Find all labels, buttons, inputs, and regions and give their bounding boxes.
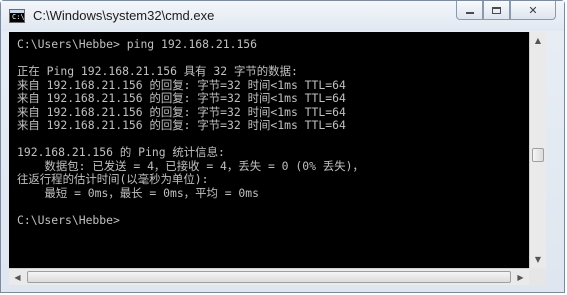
window-controls: ✕ xyxy=(456,1,556,21)
console-icon[interactable]: C:\ xyxy=(9,9,25,23)
console-line: 来自 192.168.21.156 的回复: 字节=32 时间<1ms TTL=… xyxy=(17,91,346,105)
console-line: 192.168.21.156 的 Ping 统计信息: xyxy=(17,145,225,159)
command-prompt[interactable]: C:\Users\Hebbe> xyxy=(17,213,120,227)
console-text: C:\Users\Hebbe> ping 192.168.21.156 正在 P… xyxy=(9,32,529,227)
title-bar[interactable]: C:\ C:\Windows\system32\cmd.exe ✕ xyxy=(1,1,564,31)
console-icon-glyph: C:\ xyxy=(12,13,25,21)
console-line: 最短 = 0ms，最长 = 0ms，平均 = 0ms xyxy=(17,185,259,200)
close-button[interactable]: ✕ xyxy=(510,1,556,20)
cmd-window: C:\ C:\Windows\system32\cmd.exe ✕ C:\Use… xyxy=(0,0,565,293)
minimize-button[interactable] xyxy=(456,1,483,20)
console-line: 来自 192.168.21.156 的回复: 字节=32 时间<1ms TTL=… xyxy=(17,104,346,119)
horizontal-scroll-thumb[interactable] xyxy=(27,271,511,283)
console-line: 正在 Ping 192.168.21.156 具有 32 字节的数据: xyxy=(17,64,298,78)
vertical-scroll-thumb[interactable] xyxy=(532,148,544,162)
console-line: 来自 192.168.21.156 的回复: 字节=32 时间<1ms TTL=… xyxy=(17,118,346,132)
console-output[interactable]: C:\Users\Hebbe> ping 192.168.21.156 正在 P… xyxy=(9,32,529,268)
maximize-button[interactable] xyxy=(483,1,510,20)
window-title: C:\Windows\system32\cmd.exe xyxy=(33,8,215,23)
console-line: C:\Users\Hebbe> ping 192.168.21.156 xyxy=(17,37,258,51)
horizontal-scrollbar[interactable]: ◀ ▶ xyxy=(9,268,529,285)
console-line: 来自 192.168.21.156 的回复: 字节=32 时间<1ms TTL=… xyxy=(17,77,346,92)
console-line: 往返行程的估计时间(以毫秒为单位): xyxy=(17,172,209,186)
scroll-down-icon[interactable]: ▼ xyxy=(530,251,546,268)
console-line: 数据包: 已发送 = 4，已接收 = 4，丢失 = 0 (0% 丢失)， xyxy=(17,158,364,173)
vertical-scrollbar[interactable]: ▲ ▼ xyxy=(529,32,546,268)
close-icon: ✕ xyxy=(528,3,538,17)
scroll-up-icon[interactable]: ▲ xyxy=(530,32,546,49)
minimize-icon xyxy=(465,12,474,14)
maximize-icon xyxy=(492,6,501,14)
scroll-left-icon[interactable]: ◀ xyxy=(9,269,26,285)
scroll-right-icon[interactable]: ▶ xyxy=(512,269,529,285)
resize-grip[interactable] xyxy=(529,268,546,285)
